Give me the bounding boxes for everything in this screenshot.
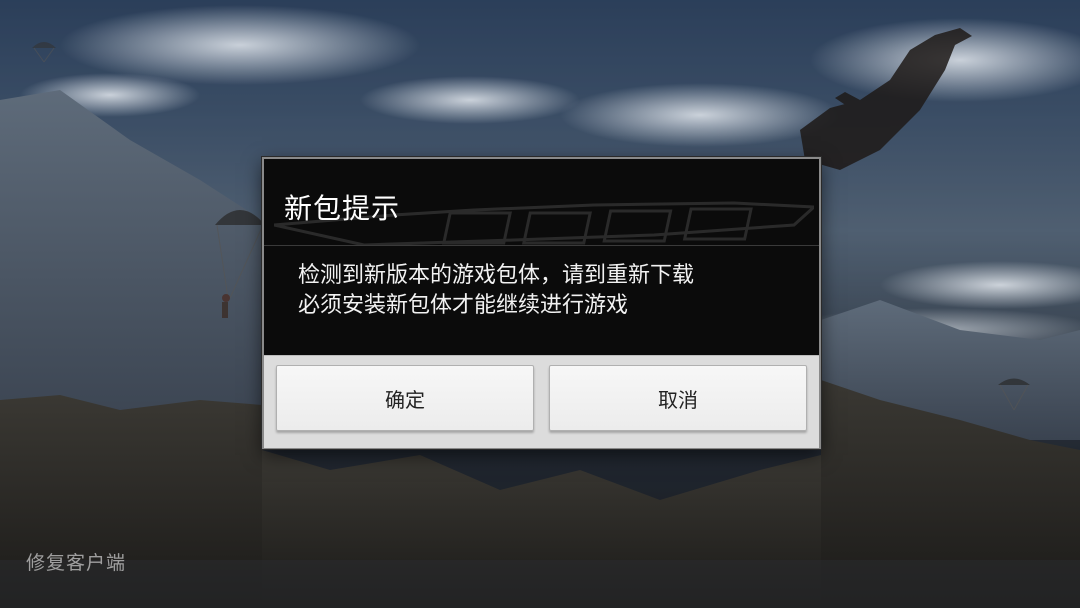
cancel-button[interactable]: 取消 [549,365,807,431]
game-launch-screen: 修复客户端 新包提示 检测到新版本的游戏包体，请到重新下载 必须安装新包体才能继… [0,0,1080,608]
dialog-title: 新包提示 [284,192,401,225]
new-package-dialog: 新包提示 检测到新版本的游戏包体，请到重新下载 必须安装新包体才能继续进行游戏 … [262,157,821,449]
cloud [60,5,420,85]
dialog-header: 新包提示 [264,159,819,245]
message-line: 检测到新版本的游戏包体，请到重新下载 [298,263,695,288]
message-line: 必须安装新包体才能继续进行游戏 [298,293,629,318]
repair-client-link[interactable]: 修复客户端 [26,548,126,575]
confirm-button[interactable]: 确定 [276,365,534,431]
cloud [360,76,580,124]
dialog-divider [264,245,819,246]
dialog-button-bar: 确定 取消 [264,355,819,448]
dialog-message: 检测到新版本的游戏包体，请到重新下载 必须安装新包体才能继续进行游戏 [298,261,798,321]
cloud [560,83,840,147]
